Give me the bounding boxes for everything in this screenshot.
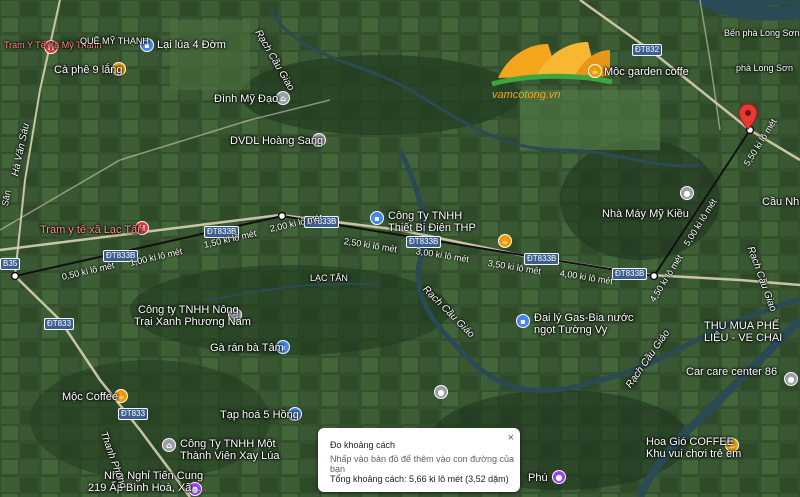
place-label[interactable]: Bến phà Long Sơn <box>724 28 799 38</box>
place-label[interactable]: Thành Viên Xay Lúa <box>180 450 279 462</box>
place-label[interactable]: Đại lý Gas-Bia nước <box>534 312 634 324</box>
place-label[interactable]: Tạp hoá 5 Hồng <box>220 409 299 421</box>
close-icon[interactable]: × <box>508 432 514 444</box>
cafe-icon[interactable]: ☕ <box>498 234 512 248</box>
business-icon[interactable]: ⌂ <box>162 438 176 452</box>
place-label[interactable]: Phú <box>528 472 548 484</box>
place-label[interactable]: Công Ty TNHH <box>388 210 462 222</box>
total-distance: Tổng khoảng cách: 5,66 ki lô mét (3,52 d… <box>330 474 509 484</box>
place-label[interactable]: ngọt Tường Vy <box>534 324 607 336</box>
place-label[interactable]: Mộc garden coffe <box>604 66 689 78</box>
place-label[interactable]: DVDL Hoàng Sang <box>230 135 323 147</box>
measure-distance-card: Đo khoảng cách Nhấp vào bản đồ để thêm v… <box>318 428 520 492</box>
road-shield: ĐT832 <box>632 44 663 56</box>
road-shield: ĐT833 <box>44 318 75 330</box>
place-label[interactable]: Hoa Gió COFFEE <box>646 436 734 448</box>
place-label[interactable]: THU MUA PHẾ <box>704 320 779 332</box>
place-icon[interactable]: ● <box>552 470 566 484</box>
road-shield: ĐT833 <box>118 408 149 420</box>
road-shield: B35 <box>0 258 21 270</box>
cafe-icon[interactable]: ☕ <box>588 64 602 78</box>
place-label[interactable]: Car care center 86 <box>686 366 777 378</box>
business-icon[interactable]: ▪ <box>370 211 384 225</box>
place-label[interactable]: Trại Xanh Phương Nam <box>134 316 251 328</box>
place-label[interactable]: Khu vui chơi trẻ em <box>646 448 741 460</box>
place-label[interactable]: LIỆU - VE CHAI <box>704 332 782 344</box>
watermark-text: vamcotong.vn <box>492 89 560 100</box>
place-label[interactable]: Trạm y tế xã Lạc Tấn <box>40 224 143 236</box>
place-icon[interactable]: ● <box>784 372 798 386</box>
shop-icon[interactable]: ▪ <box>516 314 530 328</box>
area-label: LẠC TẤN <box>310 273 348 283</box>
place-label[interactable]: QUÊ MỸ THẠNH <box>80 36 149 46</box>
road-shield: ĐT833B <box>524 253 560 265</box>
place-label[interactable]: phà Long Sơn <box>736 63 793 73</box>
place-label[interactable]: 219 Ấp Bình Hoà, Xã... <box>88 482 201 494</box>
card-subtitle: Nhấp vào bản đồ để thêm vào con đường củ… <box>330 454 515 474</box>
place-label[interactable]: Đình Mỹ Đạo <box>214 93 278 105</box>
place-label[interactable]: Công ty TNHH Nông <box>138 304 239 316</box>
factory-icon[interactable]: ● <box>680 186 694 200</box>
place-label[interactable]: Nhà Máy Mỹ Kiều <box>602 208 689 220</box>
place-label[interactable]: Cầu Nhựt <box>762 196 800 208</box>
place-label[interactable]: Gà rán bà Tâm <box>210 342 284 354</box>
place-label[interactable]: Lại lúa 4 Đờm <box>157 39 226 51</box>
place-label[interactable]: Công Ty TNHH Một <box>180 438 276 450</box>
place-label[interactable]: Mộc Coffee <box>62 391 118 403</box>
place-label[interactable]: Cà phê 9 lắng <box>54 64 123 76</box>
road-shield: ĐT833B <box>612 268 648 280</box>
card-title: Đo khoảng cách <box>330 440 396 450</box>
place-label[interactable]: Thiết Bị Điện THP <box>388 222 476 234</box>
place-icon[interactable]: ● <box>434 385 448 399</box>
